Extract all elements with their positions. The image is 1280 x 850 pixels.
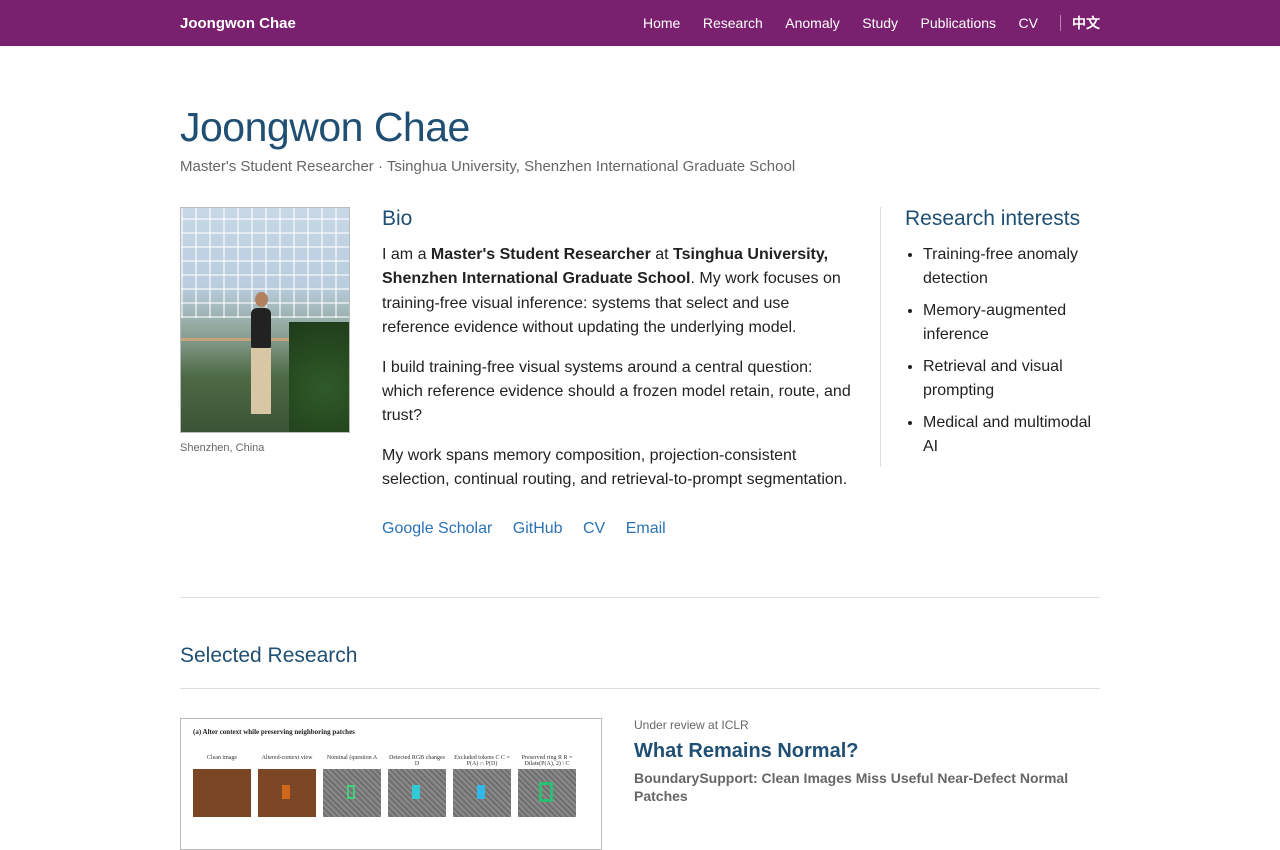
site-brand-link[interactable]: Joongwon Chae [180,15,296,32]
main-nav: Home Research Anomaly Study Publications… [643,13,1100,33]
nav-publications[interactable]: Publications [921,15,997,31]
figure-tile [388,769,446,817]
paper-venue: Under review at ICLR [634,718,749,732]
research-interests: Research interests Training-free anomaly… [880,207,1100,467]
figure-panel-label: Excluded tokens C C = P(A) ∩ P(D) [454,755,510,767]
figure-tile [518,769,576,817]
bio-text: I am a [382,246,431,263]
photo-person-head [255,292,268,307]
nav-cv[interactable]: CV [1019,15,1038,31]
list-item: Retrieval and visual prompting [923,355,1100,403]
figure-tile [453,769,511,817]
figure-mark [539,782,553,802]
language-toggle[interactable]: 中文 [1072,13,1100,33]
figure-mark [282,785,290,799]
nav-anomaly[interactable]: Anomaly [785,15,839,31]
profile-links: Google Scholar GitHub CV Email [382,520,852,538]
bio-heading: Bio [382,207,413,230]
photo-person-legs [251,348,271,414]
interests-list: Training-free anomaly detection Memory-a… [905,243,1100,459]
figure-panel-nominal: Nominal (question A [323,755,381,845]
bio-section: Bio I am a Master's Student Researcher a… [382,207,852,538]
figure-mark [347,785,355,799]
figure-panel-detected: Detected RGB changes D [388,755,446,845]
selected-research-heading: Selected Research [180,644,358,667]
cv-link[interactable]: CV [583,520,605,537]
figure-tile [323,769,381,817]
bio-text: at [650,246,674,263]
top-navbar: Joongwon Chae Home Research Anomaly Stud… [0,0,1280,46]
paper-entry: Under review at ICLR What Remains Normal… [634,718,1100,805]
page-subtitle: Master's Student Researcher · Tsinghua U… [180,158,796,175]
figure-panel-label: Nominal (question A [326,755,378,761]
section-divider [180,597,1100,598]
figure-panel-excluded: Excluded tokens C C = P(A) ∩ P(D) [453,755,511,845]
figure-panel-label: Altered-context view [261,755,313,761]
figure-panel-label: Preserved ring R R = Dilate(P(A), 2) \ C [521,755,573,767]
bio-paragraph-1: I am a Master's Student Researcher at Ts… [382,243,852,340]
paper-figure[interactable]: (a) Alter context while preserving neigh… [180,718,602,850]
paper-title-link[interactable]: What Remains Normal? [634,740,1100,763]
figure-panel-label: Detected RGB changes D [389,755,445,767]
nav-home[interactable]: Home [643,15,680,31]
profile-photo-block: Shenzhen, China [180,207,350,454]
nav-study[interactable]: Study [862,15,898,31]
photo-person-body [251,308,271,348]
list-item: Medical and multimodal AI [923,411,1100,459]
photo-plants [289,322,349,432]
google-scholar-link[interactable]: Google Scholar [382,520,492,537]
figure-title: (a) Alter context while preserving neigh… [193,728,355,736]
bio-role: Master's Student Researcher [430,246,651,263]
figure-panel-label: Clean image [206,755,238,761]
interests-heading: Research interests [905,207,1081,230]
list-item: Training-free anomaly detection [923,243,1100,291]
bio-paragraph-2: I build training-free visual systems aro… [382,358,851,425]
figure-panel-altered: Altered-context view [258,755,316,845]
section-divider [180,688,1100,689]
figure-mark [477,785,485,799]
list-item: Memory-augmented inference [923,299,1100,347]
figure-panel-preserved: Preserved ring R R = Dilate(P(A), 2) \ C [518,755,576,845]
photo-caption: Shenzhen, China [180,442,265,454]
profile-photo [180,207,350,433]
page-title: Joongwon Chae [180,104,470,150]
email-link[interactable]: Email [626,520,666,537]
nav-research[interactable]: Research [703,15,763,31]
figure-tile [193,769,251,817]
bio-paragraph-3: My work spans memory composition, projec… [382,447,848,489]
figure-tile [258,769,316,817]
figure-mark [412,785,420,799]
nav-divider [1060,15,1061,31]
figure-panel-clean: Clean image [193,755,251,845]
github-link[interactable]: GitHub [513,520,563,537]
